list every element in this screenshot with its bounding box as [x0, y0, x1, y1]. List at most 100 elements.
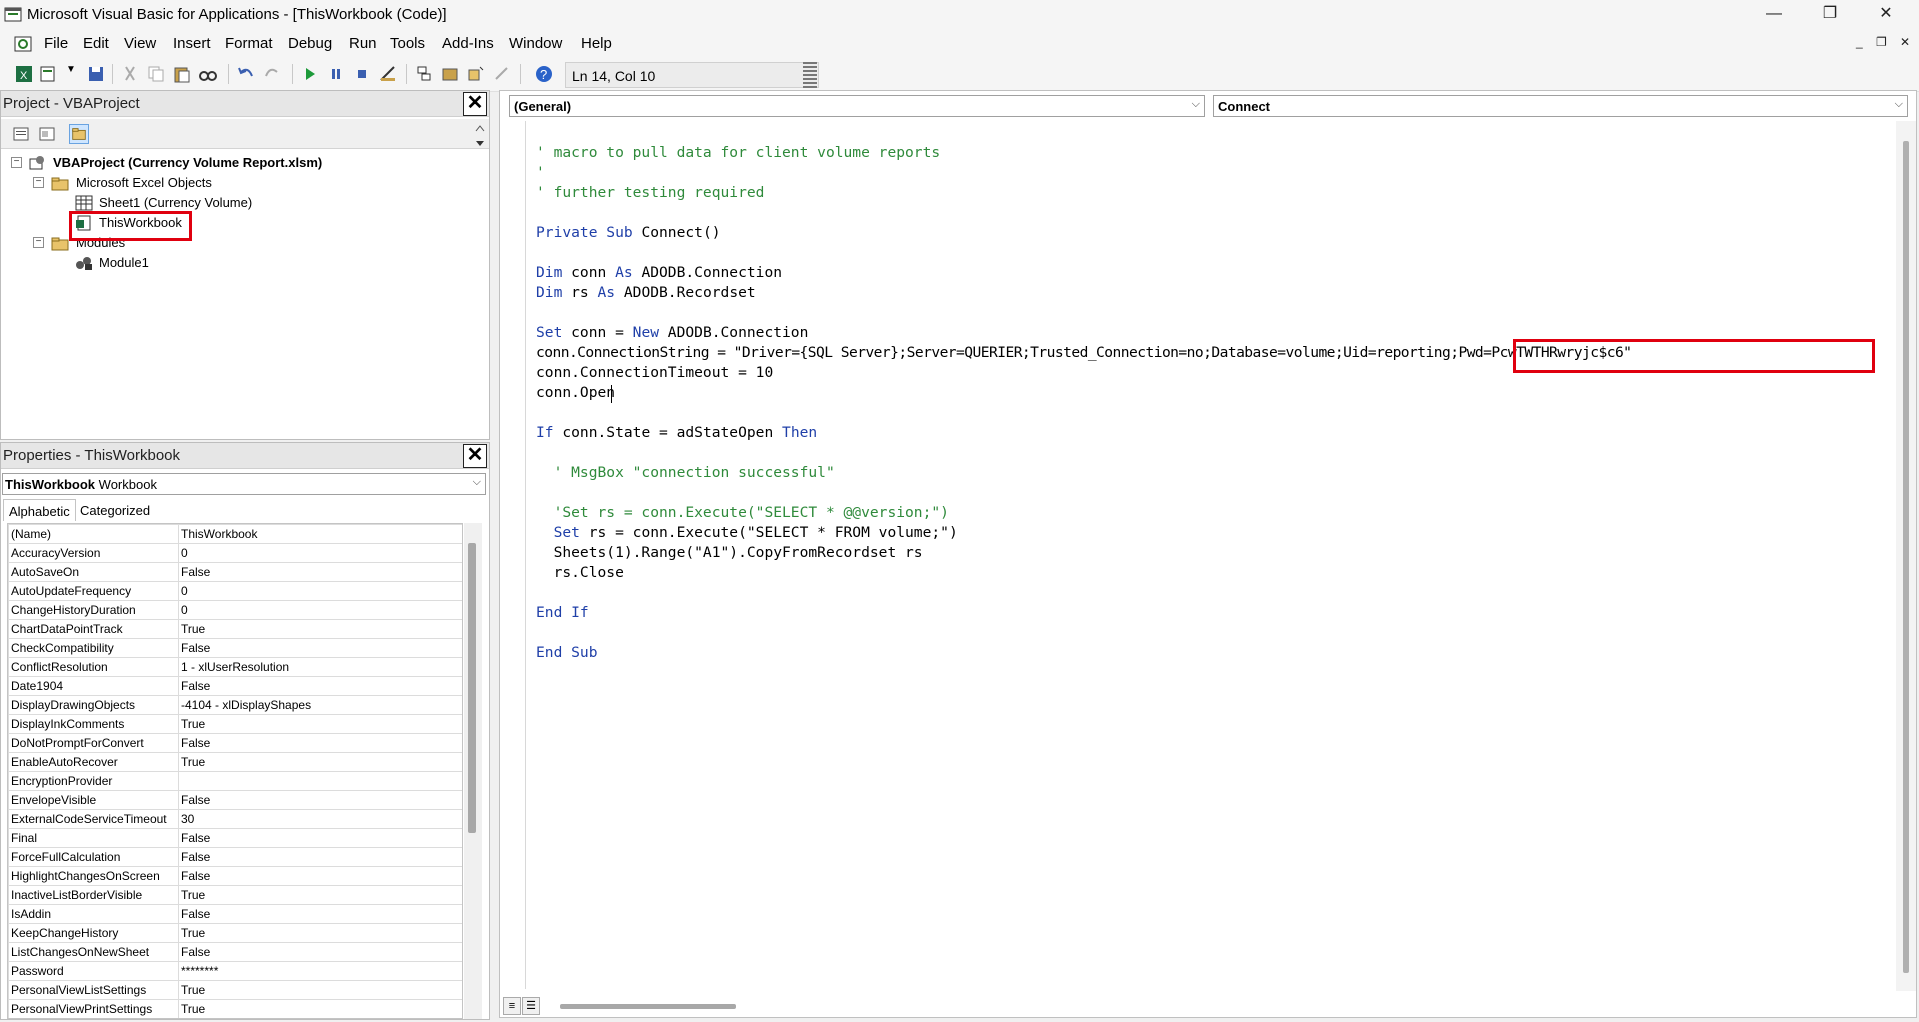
- property-row[interactable]: PersonalViewListSettings True: [8, 980, 462, 1000]
- reset-icon[interactable]: [352, 64, 372, 84]
- project-explorer-icon[interactable]: [414, 64, 434, 84]
- property-row[interactable]: ListChangesOnNewSheet False: [8, 942, 462, 962]
- property-value[interactable]: 0: [178, 600, 462, 620]
- restore-button[interactable]: ❐: [1802, 0, 1858, 30]
- property-value[interactable]: [178, 771, 462, 791]
- property-row[interactable]: ConflictResolution 1 - xlUserResolution: [8, 657, 462, 677]
- margin-indicator-bar[interactable]: [500, 121, 526, 989]
- property-value[interactable]: False: [178, 733, 462, 753]
- vba-menu-icon[interactable]: [14, 35, 32, 53]
- help-icon[interactable]: ?: [534, 64, 554, 84]
- property-row[interactable]: AutoSaveOn False: [8, 562, 462, 582]
- mdi-restore-button[interactable]: ❐: [1876, 35, 1887, 49]
- paste-icon[interactable]: [172, 64, 192, 84]
- property-value[interactable]: True: [178, 980, 462, 1000]
- menu-help[interactable]: Help: [581, 35, 612, 52]
- tree-root-vbaproject[interactable]: VBAProject (Currency Volume Report.xlsm): [53, 155, 322, 170]
- property-row[interactable]: ForceFullCalculation False: [8, 847, 462, 867]
- menu-window[interactable]: Window: [509, 35, 562, 52]
- procedure-view-icon[interactable]: ≡: [503, 997, 521, 1015]
- property-row[interactable]: Password ********: [8, 961, 462, 981]
- chevron-down-icon[interactable]: ⌵: [473, 476, 481, 489]
- tree-item-sheet1[interactable]: Sheet1 (Currency Volume): [99, 195, 252, 210]
- property-row[interactable]: AccuracyVersion 0: [8, 543, 462, 563]
- property-row[interactable]: EnvelopeVisible False: [8, 790, 462, 810]
- code-editor[interactable]: ' macro to pull data for client volume r…: [526, 121, 1896, 981]
- property-value[interactable]: 0: [178, 543, 462, 563]
- property-value[interactable]: True: [178, 619, 462, 639]
- property-row[interactable]: (Name) ThisWorkbook: [8, 524, 462, 544]
- mdi-close-button[interactable]: ✕: [1900, 35, 1910, 49]
- property-value[interactable]: 30: [178, 809, 462, 829]
- property-row[interactable]: EncryptionProvider: [8, 771, 462, 791]
- property-row[interactable]: AutoUpdateFrequency 0: [8, 581, 462, 601]
- property-row[interactable]: DisplayDrawingObjects -4104 - xlDisplaySh…: [8, 695, 462, 715]
- menu-tools[interactable]: Tools: [390, 35, 425, 52]
- property-value[interactable]: True: [178, 885, 462, 905]
- excel-view-icon[interactable]: X: [14, 64, 34, 84]
- find-icon[interactable]: [198, 64, 218, 84]
- menu-format[interactable]: Format: [225, 35, 273, 52]
- chevron-down-icon[interactable]: ⌵: [1192, 98, 1200, 111]
- break-icon[interactable]: [326, 64, 346, 84]
- properties-window-icon[interactable]: [440, 64, 460, 84]
- property-value[interactable]: False: [178, 847, 462, 867]
- property-value[interactable]: 0: [178, 581, 462, 601]
- property-value[interactable]: False: [178, 676, 462, 696]
- minimize-button[interactable]: —: [1746, 0, 1802, 30]
- property-value[interactable]: True: [178, 999, 462, 1018]
- property-row[interactable]: Date1904 False: [8, 676, 462, 696]
- property-value[interactable]: True: [178, 752, 462, 772]
- collapse-modules-icon[interactable]: −: [33, 237, 44, 248]
- scrollbar-thumb[interactable]: [1903, 141, 1909, 973]
- scrollbar-thumb[interactable]: [560, 1004, 736, 1009]
- dropdown-arrow-icon[interactable]: ▼: [66, 64, 86, 84]
- property-row[interactable]: ChangeHistoryDuration 0: [8, 600, 462, 620]
- view-code-icon[interactable]: [11, 124, 31, 144]
- property-value[interactable]: False: [178, 904, 462, 924]
- properties-close-button[interactable]: ✕: [463, 444, 487, 468]
- property-row[interactable]: ChartDataPointTrack True: [8, 619, 462, 639]
- code-horizontal-scrollbar[interactable]: [540, 995, 1896, 1015]
- property-value[interactable]: ThisWorkbook: [178, 524, 462, 544]
- menu-insert[interactable]: Insert: [173, 35, 211, 52]
- project-scroll-arrows[interactable]: [472, 119, 488, 151]
- property-row[interactable]: KeepChangeHistory True: [8, 923, 462, 943]
- save-icon[interactable]: [86, 64, 106, 84]
- property-value[interactable]: -4104 - xlDisplayShapes: [178, 695, 462, 715]
- scrollbar-thumb[interactable]: [468, 543, 476, 833]
- property-row[interactable]: EnableAutoRecover True: [8, 752, 462, 772]
- property-value[interactable]: False: [178, 866, 462, 886]
- mdi-minimize-button[interactable]: _: [1856, 35, 1863, 49]
- property-value[interactable]: ********: [178, 961, 462, 981]
- copy-icon[interactable]: [146, 64, 166, 84]
- property-row[interactable]: Final False: [8, 828, 462, 848]
- property-row[interactable]: ExternalCodeServiceTimeout 30: [8, 809, 462, 829]
- menu-run[interactable]: Run: [349, 35, 377, 52]
- view-object-icon[interactable]: [37, 124, 57, 144]
- property-row[interactable]: DisplayInkComments True: [8, 714, 462, 734]
- toggle-folders-icon[interactable]: [69, 124, 89, 144]
- run-icon[interactable]: [300, 64, 320, 84]
- insert-module-icon[interactable]: [38, 64, 58, 84]
- cut-icon[interactable]: [120, 64, 140, 84]
- property-value[interactable]: False: [178, 942, 462, 962]
- property-value[interactable]: True: [178, 714, 462, 734]
- menu-file[interactable]: File: [44, 35, 68, 52]
- property-value[interactable]: False: [178, 828, 462, 848]
- collapse-objects-icon[interactable]: −: [33, 177, 44, 188]
- collapse-root-icon[interactable]: −: [11, 157, 22, 168]
- object-selector[interactable]: ThisWorkbook Workbook ⌵: [2, 473, 486, 495]
- full-module-view-icon[interactable]: ☰: [522, 997, 540, 1015]
- toolbox-icon[interactable]: [492, 64, 512, 84]
- object-combo[interactable]: (General) ⌵: [509, 95, 1205, 117]
- tab-categorized[interactable]: Categorized: [75, 499, 155, 521]
- property-value[interactable]: False: [178, 790, 462, 810]
- close-window-button[interactable]: ✕: [1858, 0, 1914, 30]
- property-row[interactable]: InactiveListBorderVisible True: [8, 885, 462, 905]
- project-close-button[interactable]: ✕: [463, 92, 487, 116]
- property-value[interactable]: False: [178, 638, 462, 658]
- property-value[interactable]: False: [178, 562, 462, 582]
- property-row[interactable]: HighlightChangesOnScreen False: [8, 866, 462, 886]
- tree-folder-excel-objects[interactable]: Microsoft Excel Objects: [76, 175, 212, 190]
